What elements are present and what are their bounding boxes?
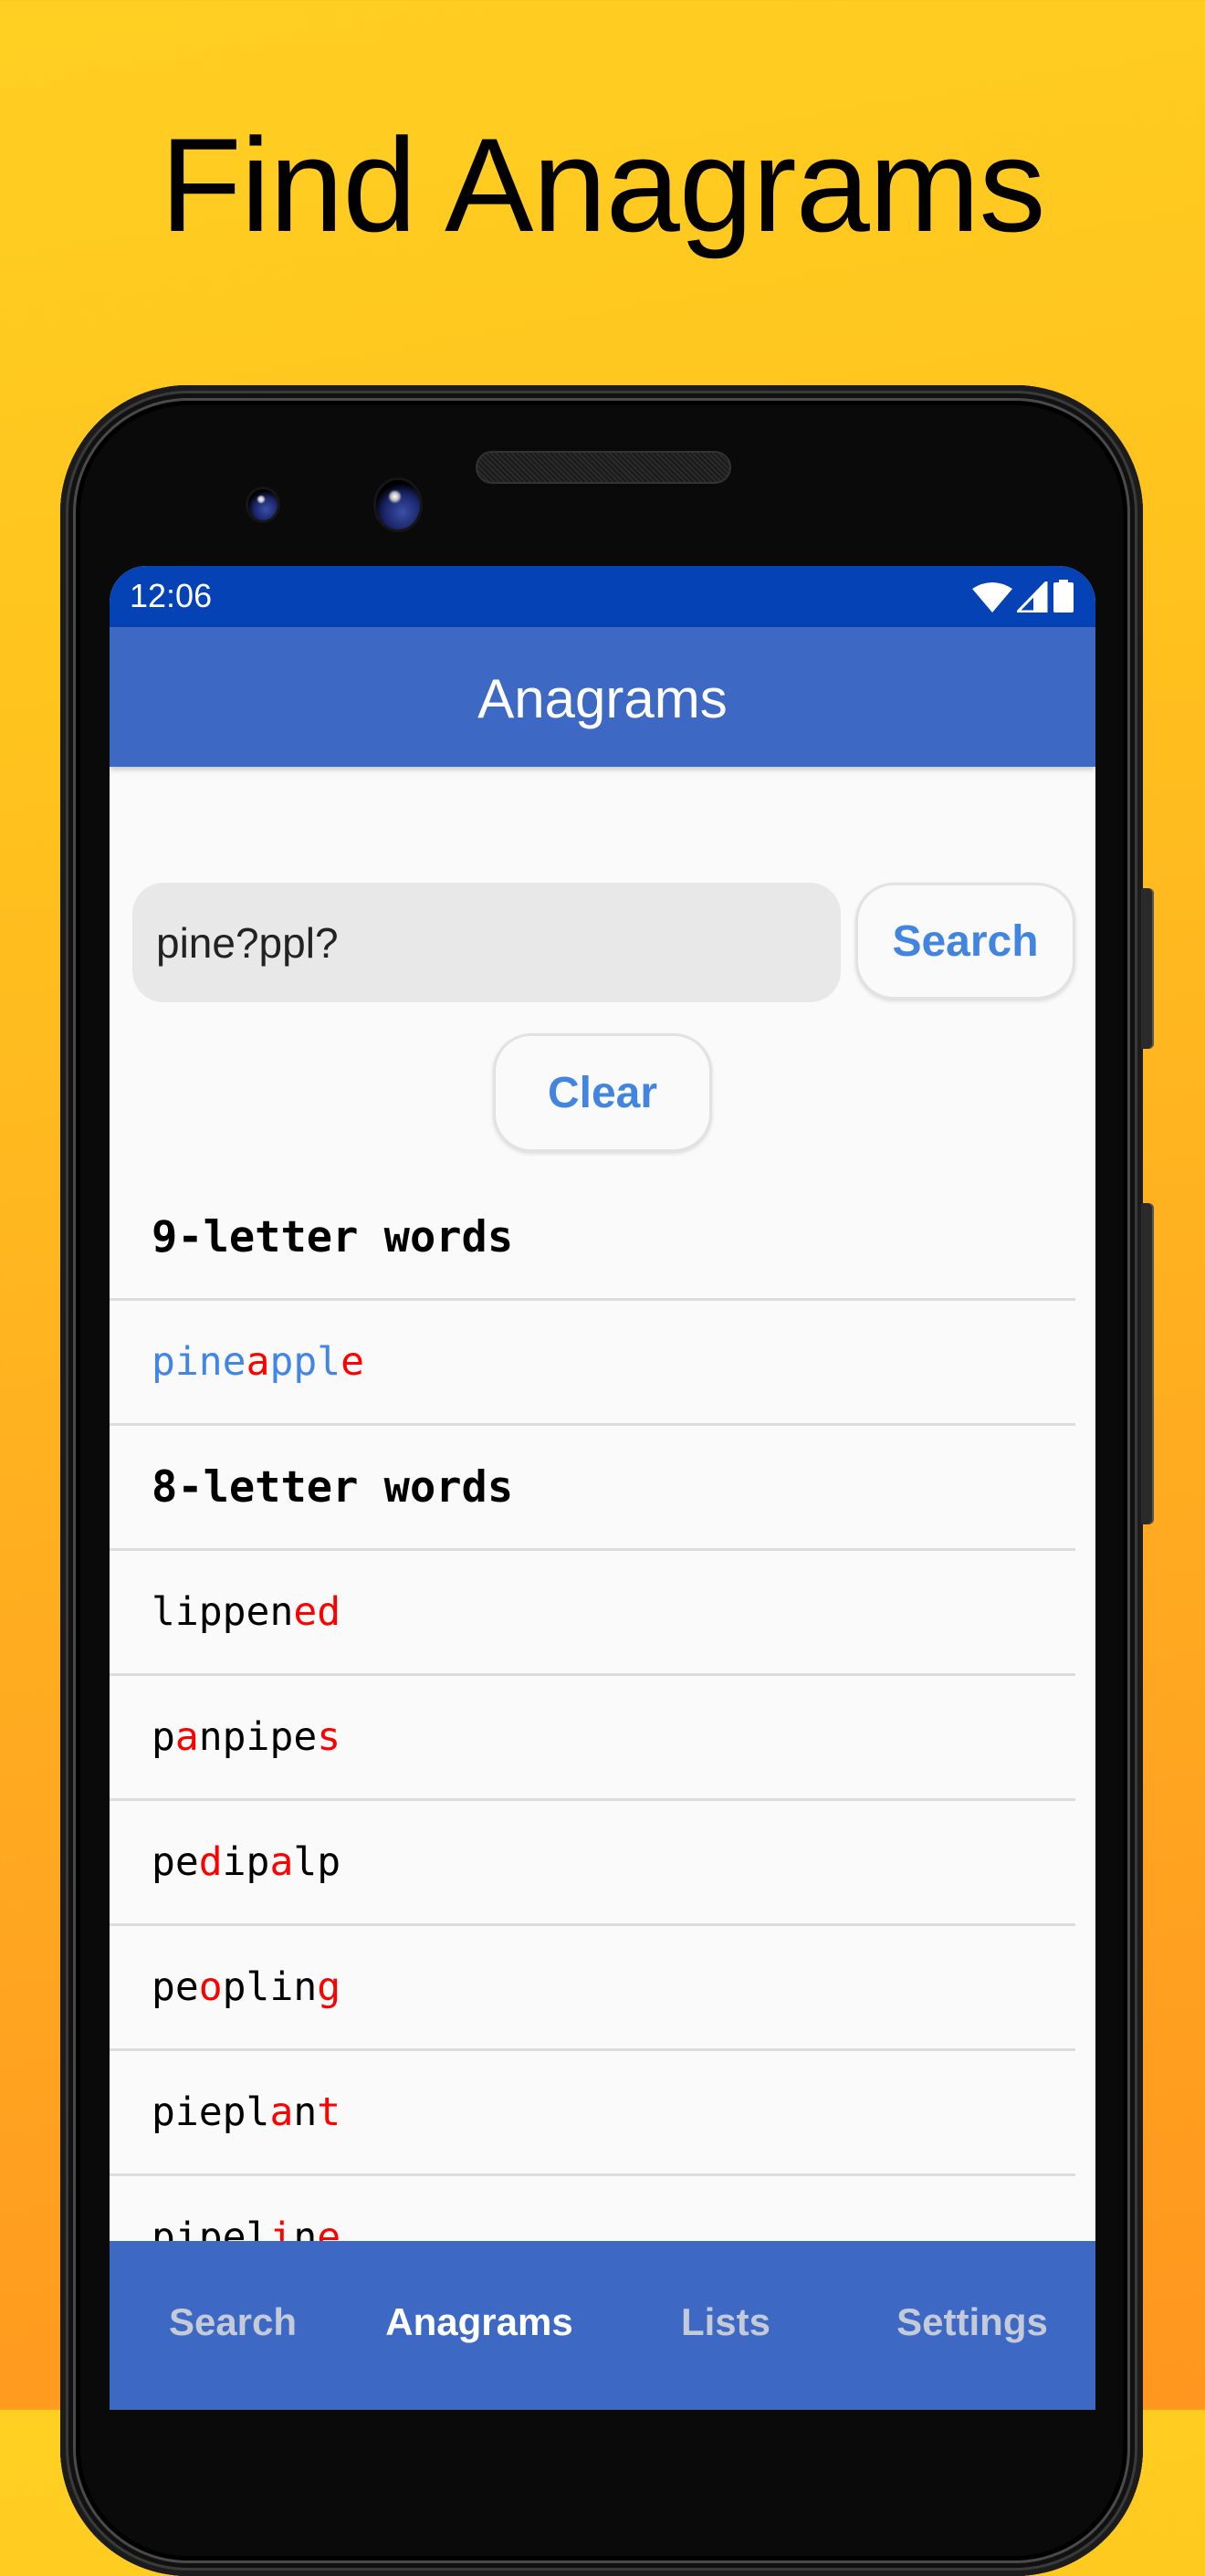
earpiece-speaker bbox=[477, 453, 729, 482]
matched-letters: ip bbox=[222, 1839, 270, 1885]
battery-icon bbox=[1053, 580, 1074, 613]
nav-tab-lists[interactable]: Lists bbox=[602, 2234, 849, 2410]
status-icons bbox=[971, 580, 1075, 613]
cell-signal-icon bbox=[1017, 581, 1048, 613]
section-header: 8-letter words bbox=[110, 1426, 1075, 1551]
clear-button[interactable]: Clear bbox=[493, 1033, 712, 1152]
wildcard-letter: t bbox=[317, 2089, 341, 2135]
nav-tab-search[interactable]: Search bbox=[110, 2234, 356, 2410]
wildcard-letter: a bbox=[246, 1339, 270, 1385]
matched-letters: lp bbox=[293, 1839, 341, 1885]
app-screen: 12:06 Anagrams Search Clear 9-letter wor… bbox=[110, 566, 1095, 2410]
matched-letters: n bbox=[293, 2089, 318, 2135]
result-word-row[interactable]: lippen ed bbox=[110, 1551, 1075, 1676]
wildcard-letter: o bbox=[198, 1964, 223, 2010]
promo-title: Find Anagrams bbox=[160, 110, 1046, 259]
front-sensor-icon bbox=[248, 489, 278, 520]
wifi-icon bbox=[972, 582, 1012, 613]
result-word-row[interactable]: pine a ppl e bbox=[110, 1301, 1075, 1426]
matched-letters: plin bbox=[222, 1964, 318, 2010]
volume-button bbox=[1141, 1203, 1154, 1524]
result-word-row[interactable]: pe o plin g bbox=[110, 1926, 1075, 2051]
section-header: 9-letter words bbox=[110, 1176, 1075, 1301]
matched-letters: piepl bbox=[152, 2089, 270, 2135]
power-button bbox=[1141, 888, 1154, 1049]
app-bar: Anagrams bbox=[110, 627, 1095, 767]
result-word-row[interactable]: piepl a n t bbox=[110, 2051, 1075, 2176]
bottom-navigation: Search Anagrams Lists Settings bbox=[110, 2241, 1095, 2410]
matched-letters: npipe bbox=[198, 1714, 318, 1760]
matched-letters: p bbox=[152, 1714, 175, 1760]
result-word-row[interactable]: pe d ip a lp bbox=[110, 1801, 1075, 1926]
wildcard-letter: s bbox=[317, 1714, 341, 1760]
wildcard-letter: d bbox=[198, 1839, 223, 1885]
nav-tab-settings[interactable]: Settings bbox=[849, 2234, 1095, 2410]
wildcard-letter: a bbox=[269, 2089, 294, 2135]
front-camera-icon bbox=[376, 480, 420, 529]
matched-letters: pine bbox=[152, 1339, 246, 1385]
matched-letters: lippen bbox=[152, 1589, 294, 1635]
wildcard-letter: g bbox=[317, 1964, 341, 2010]
status-time: 12:06 bbox=[130, 577, 213, 614]
anagram-search-input[interactable] bbox=[132, 883, 841, 1002]
wildcard-letter: a bbox=[269, 1839, 294, 1885]
matched-letters: pe bbox=[152, 1964, 199, 2010]
wildcard-letter: ed bbox=[293, 1589, 341, 1635]
wildcard-letter: e bbox=[341, 1339, 365, 1385]
app-bar-title: Anagrams bbox=[477, 668, 728, 729]
status-bar: 12:06 bbox=[110, 566, 1095, 627]
nav-tab-anagrams[interactable]: Anagrams bbox=[356, 2234, 602, 2410]
wildcard-letter: a bbox=[174, 1714, 199, 1760]
search-button[interactable]: Search bbox=[855, 883, 1075, 1000]
matched-letters: ppl bbox=[269, 1339, 341, 1385]
result-word-row[interactable]: p a npipe s bbox=[110, 1676, 1075, 1801]
matched-letters: pe bbox=[152, 1839, 199, 1885]
results-list: 9-letter words pine a ppl e 8-letter words lip… bbox=[110, 1176, 1075, 2301]
